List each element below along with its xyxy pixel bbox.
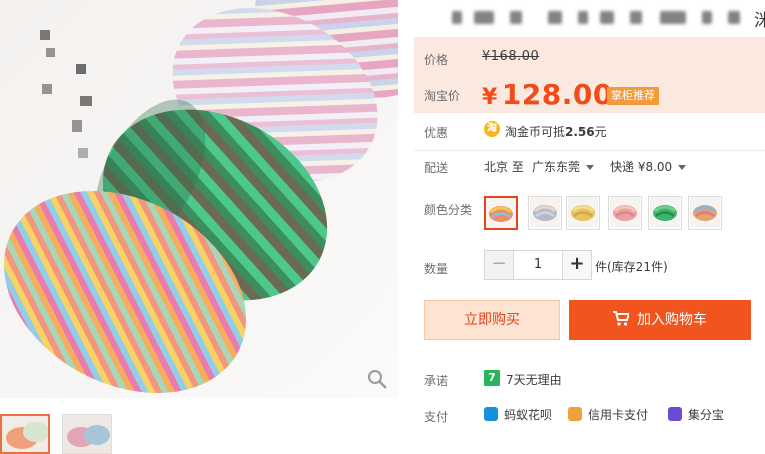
color-swatch-pink[interactable] <box>608 196 642 230</box>
title-blur <box>474 11 494 24</box>
price-label: 价格 <box>424 53 449 67</box>
coin-discount-prefix: 淘金币可抵 <box>505 125 566 139</box>
original-price: ¥168.00 <box>482 49 540 64</box>
shopping-cart-icon <box>613 311 629 326</box>
ship-destination-select[interactable]: 广东东莞 <box>532 158 595 175</box>
swatch-yarn-image <box>650 197 680 227</box>
discount-label: 优惠 <box>424 126 449 140</box>
swatch-yarn-image <box>568 197 598 227</box>
swatch-yarn-image <box>610 197 640 227</box>
thumbnail-1-image <box>2 416 48 452</box>
buy-now-button[interactable]: 立即购买 <box>424 300 560 340</box>
color-swatch-grey-multi[interactable] <box>528 196 562 230</box>
payment-method-label: 集分宝 <box>688 408 725 422</box>
product-info-panel: 洣 价格 ¥168.00 淘宝价 ¥128.00 掌柜推荐 优惠 淘 淘金币可抵… <box>414 0 765 440</box>
seven-day-return-icon: 7 <box>484 370 500 386</box>
payment-credit-card[interactable]: 信用卡支付 <box>568 406 648 423</box>
promo-badge: 掌柜推荐 <box>607 87 659 105</box>
ship-method-select[interactable]: 快递 ¥8.00 <box>610 158 687 175</box>
ship-destination: 广东东莞 <box>532 160 581 174</box>
color-swatch-yellow[interactable] <box>566 196 600 230</box>
coin-discount-suffix: 元 <box>594 125 607 139</box>
title-blur <box>702 11 712 24</box>
payment-huabei[interactable]: 蚂蚁花呗 <box>484 406 552 423</box>
title-blur <box>510 11 522 24</box>
title-visible-text: 洣 <box>754 11 765 31</box>
swatch-yarn-image <box>486 198 516 228</box>
thumbnail-1[interactable] <box>0 414 50 454</box>
product-gallery <box>0 0 398 454</box>
title-blur <box>548 11 562 24</box>
ship-method: 快递 ¥8.00 <box>610 160 673 174</box>
payment-method-label: 信用卡支付 <box>588 408 649 422</box>
quantity-input[interactable]: 1 <box>514 251 562 279</box>
chevron-down-icon <box>586 165 595 170</box>
payment-method-label: 蚂蚁花呗 <box>504 408 553 422</box>
promise-text[interactable]: 7天无理由 <box>506 371 562 388</box>
payment-jifenbao[interactable]: 集分宝 <box>668 406 724 423</box>
ship-from: 北京 至 <box>484 160 524 174</box>
thumbnail-2-image <box>63 415 111 453</box>
quantity-increase-button[interactable]: + <box>562 251 591 279</box>
yarn-photo <box>0 0 398 398</box>
color-category-label: 颜色分类 <box>424 203 473 217</box>
sale-price-amount: 128.00 <box>501 78 613 111</box>
shipping-label: 配送 <box>424 161 449 175</box>
stock-text: 件(库存21件) <box>595 260 668 274</box>
title-blur <box>600 11 614 24</box>
chevron-down-icon <box>678 165 687 170</box>
huabei-icon <box>484 407 498 421</box>
swatch-yarn-image <box>530 197 560 227</box>
jifenbao-icon <box>668 407 682 421</box>
swatch-yarn-image <box>690 197 720 227</box>
promise-label: 承诺 <box>424 374 449 388</box>
thumbnail-2[interactable] <box>62 414 112 454</box>
title-blur <box>660 11 686 24</box>
coin-discount-text: 淘金币可抵2.56元 <box>505 123 607 140</box>
sale-price: ¥128.00 <box>482 78 613 111</box>
zoom-icon[interactable] <box>366 368 388 390</box>
coin-discount-amount: 2.56 <box>565 125 595 139</box>
title-blur <box>452 11 462 24</box>
color-swatch-rainbow[interactable] <box>484 196 518 230</box>
taobao-coin-icon: 淘 <box>484 121 500 137</box>
main-product-image[interactable] <box>0 0 398 398</box>
quantity-decrease-button[interactable]: − <box>485 251 514 279</box>
payment-label: 支付 <box>424 410 449 424</box>
color-swatch-multi-stack[interactable] <box>688 196 722 230</box>
quantity-stepper: − 1 + <box>484 250 592 280</box>
add-to-cart-button[interactable]: 加入购物车 <box>569 300 751 340</box>
title-blur <box>630 11 642 24</box>
color-swatch-green[interactable] <box>648 196 682 230</box>
title-blur <box>578 11 588 24</box>
divider <box>414 150 765 151</box>
title-blur <box>728 11 740 24</box>
add-to-cart-label: 加入购物车 <box>637 312 707 328</box>
quantity-label: 数量 <box>424 262 449 276</box>
taobao-price-label: 淘宝价 <box>424 89 461 103</box>
credit-card-icon <box>568 407 582 421</box>
currency-symbol: ¥ <box>482 85 498 110</box>
